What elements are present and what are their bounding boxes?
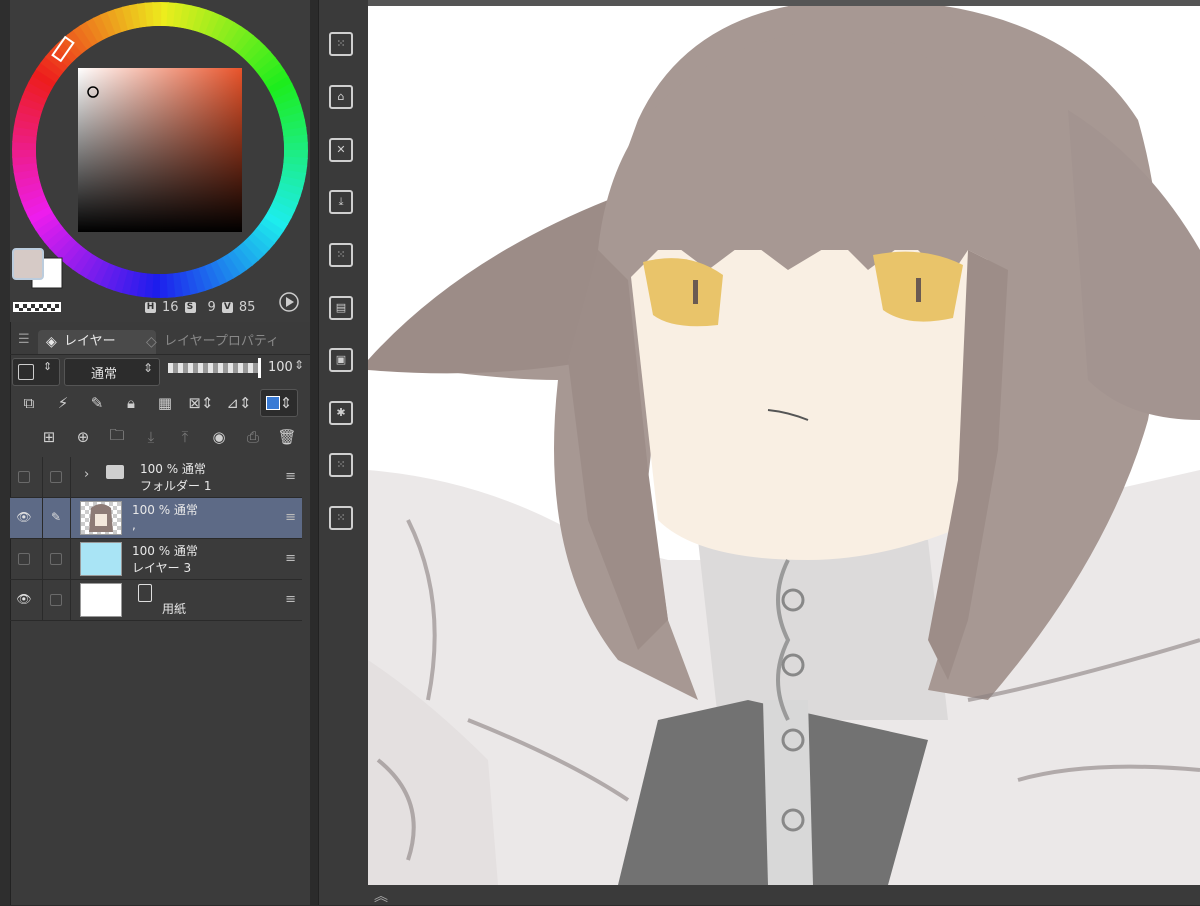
expression-color-select[interactable]: ⇕ [12,358,60,386]
lock-icon[interactable]: 🔒︎ [116,390,146,416]
close-material-icon[interactable]: ✕ [329,138,353,162]
panel-menu-icon[interactable]: ☰ [18,332,30,347]
layer-name: , [132,518,136,532]
h-value: 16 [162,300,179,315]
play-icon[interactable] [279,292,299,312]
mask-enable-icon[interactable]: ⊠⇕ [184,390,218,416]
new-raster-layer-icon[interactable]: ⊞ [34,424,64,450]
layer-thumbnail [80,583,122,617]
color-wheel[interactable] [10,0,310,322]
main-color-swatch[interactable] [12,248,44,280]
new-folder-icon[interactable]: 🗀︎ [102,424,132,450]
lock-transparency-icon[interactable]: ▦ [150,390,180,416]
material-grid-icon-4[interactable]: ⁙ [329,506,353,530]
v-value: 85 [238,300,256,315]
material-pose-icon[interactable]: ✱ [329,401,353,425]
pen-icon[interactable]: ✎ [48,510,64,526]
layer-name: 用紙 [162,602,187,616]
tab-layer-label: レイヤー [64,334,116,349]
camera-icon[interactable]: ⎙ [238,424,268,450]
material-grid-icon[interactable]: ⁙ [329,32,353,56]
material-toolbar: ⁙ ⌂ ✕ ⤓ ⁙ ▤ ▣ ✱ ⁙ ⁙ [318,0,369,905]
layer-opacity-mode: 100 % 通常 [140,462,206,476]
layer-thumbnail [80,542,122,576]
layer-color-icon[interactable]: ⇕ [260,389,298,417]
trash-icon[interactable]: 🗑︎ [272,424,302,450]
edit-toggle[interactable] [48,592,64,608]
h-tag: H [145,302,156,313]
bottom-bar [368,885,1200,905]
layer-row-selected[interactable]: 👁︎ ✎ 100 % 通常 , ≡ [10,498,302,539]
blend-mode-value: 通常 [91,367,118,382]
layer-opacity-mode: 100 % 通常 [132,503,198,517]
layer-tool-row-1: ⧉ ⚡ ✎ 🔒︎ ▦ ⊠⇕ ⊿⇕ ⇕ [14,388,310,418]
material-folder-icon[interactable]: ⌂ [329,85,353,109]
merge-down-icon[interactable]: ⤓ [136,424,166,450]
hsv-readout: H 16 S 9 V 85 [145,300,255,315]
layer-menu-icon[interactable]: ≡ [285,510,296,525]
folder-icon [106,465,124,479]
chevron-right-icon[interactable]: › [84,467,89,482]
mask-icon[interactable]: ◉ [204,424,234,450]
tab-layer-property[interactable]: ◇ レイヤープロパティ [138,330,304,354]
blend-mode-select[interactable]: 通常 ⇕ [64,358,160,386]
chevron-updown-icon: ⇕ [143,361,154,375]
layers-icon: ◈ [46,334,57,350]
material-image-icon[interactable]: ▣ [329,348,353,372]
draft-layer-icon[interactable]: ✎ [82,390,112,416]
tab-layer-property-label: レイヤープロパティ [164,334,280,349]
paper-icon [138,584,152,602]
reference-layer-icon[interactable]: ⚡ [48,390,78,416]
eye-icon[interactable]: 👁︎ [16,510,32,526]
material-layout-icon[interactable]: ▤ [329,296,353,320]
expand-panel-icon[interactable]: ︽ [374,886,388,906]
layer-name: レイヤー 3 [132,561,192,575]
visibility-toggle[interactable] [16,551,32,567]
merge-visible-icon[interactable]: ⤒ [170,424,200,450]
drawing-canvas[interactable] [368,0,1200,885]
layer-tool-row-2: ⊞ ⊕ 🗀︎ ⤓ ⤒ ◉ ⎙ 🗑︎ [34,422,330,452]
edit-toggle[interactable] [48,551,64,567]
layer-row-folder[interactable]: › 100 % 通常 フォルダー 1 ≡ [10,457,302,498]
s-tag: S [184,302,196,313]
transparent-color-swatch[interactable] [13,302,61,312]
layer-menu-icon[interactable]: ≡ [285,551,296,566]
material-grid-icon-2[interactable]: ⁙ [329,243,353,267]
ruler-enable-icon[interactable]: ⊿⇕ [222,390,256,416]
layer-row-paper[interactable]: 👁︎ 用紙 ≡ [10,580,302,621]
layer-name: フォルダー 1 [140,479,212,493]
eye-icon[interactable]: 👁︎ [16,592,32,608]
layer-menu-icon[interactable]: ≡ [285,469,296,484]
new-vector-layer-icon[interactable]: ⊕ [68,424,98,450]
color-wheel-panel [10,0,310,322]
opacity-value[interactable]: 100 [268,360,293,375]
layer-opacity-mode: 100 % 通常 [132,544,198,558]
visibility-toggle[interactable] [16,469,32,485]
layer-menu-icon[interactable]: ≡ [285,592,296,607]
opacity-slider[interactable] [168,363,260,373]
material-grid-icon-3[interactable]: ⁙ [329,453,353,477]
opacity-stepper[interactable]: ⇕ [294,358,304,372]
s-value: 9 [207,300,216,315]
layer-property-icon: ◇ [146,334,157,350]
edit-toggle[interactable] [48,469,64,485]
download-material-icon[interactable]: ⤓ [329,190,353,214]
layer-row-layer3[interactable]: 100 % 通常 レイヤー 3 ≡ [10,539,302,580]
opacity-slider-handle[interactable] [258,358,261,378]
layer-thumbnail [80,501,122,535]
canvas-top-strip [368,0,1200,6]
clip-icon[interactable]: ⧉ [14,390,44,416]
layer-tabs: ☰ ◈ レイヤー ◇ レイヤープロパティ [10,326,310,355]
v-tag: V [221,302,233,313]
artwork [368,0,1200,885]
